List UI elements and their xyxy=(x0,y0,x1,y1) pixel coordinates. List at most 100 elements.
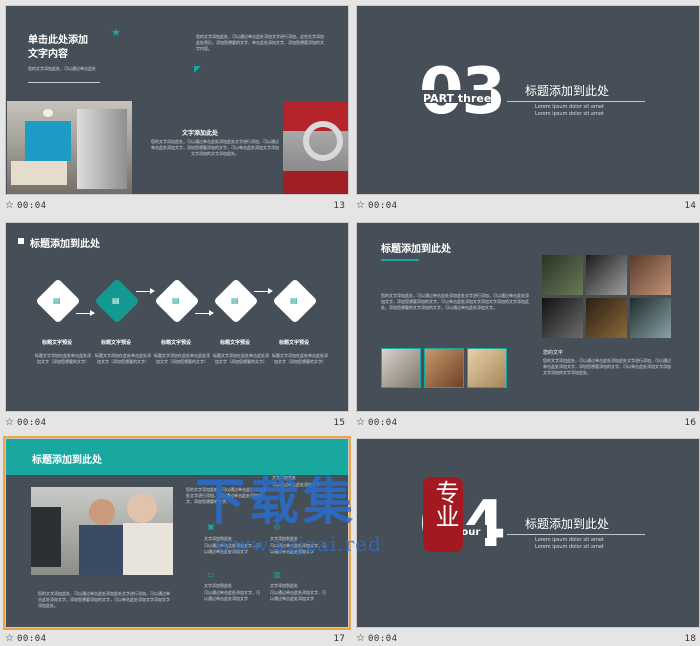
heading-line xyxy=(507,534,645,535)
title-underline xyxy=(381,259,419,261)
slide-thumb-13[interactable]: 单击此处添加 文字内容 您的文字添加此处，可以通过单击此处 ★ 您的文字添加此处… xyxy=(5,5,349,218)
chart-icon: ▤ xyxy=(290,296,298,305)
portrait-photo-3 xyxy=(467,348,507,388)
slide-title: 单击此处添加 文字内容 xyxy=(28,35,88,60)
slide-timing: 00:04 xyxy=(368,418,398,428)
step-label: 标题文字预设 xyxy=(42,340,73,346)
slide-number: 16 xyxy=(684,418,696,428)
photo-grid-3 xyxy=(630,255,671,295)
slide-number: 14 xyxy=(684,201,696,211)
slide-meta: ☆ 00:04 18 xyxy=(356,630,700,646)
arrow-icon xyxy=(76,310,95,316)
heading-line xyxy=(507,101,645,102)
part-label: PART three xyxy=(423,92,492,105)
caption-body: 您的文字添加此处，可以通过单击此处添加此处文字进行添加，可以通过单击此处添加文字… xyxy=(151,139,279,156)
item-title: 文字添加到此处 xyxy=(270,583,298,588)
slide-title: 标题添加到此处 xyxy=(381,244,451,255)
photo-grid-2 xyxy=(586,255,627,295)
slide-13[interactable]: 单击此处添加 文字内容 您的文字添加此处，可以通过单击此处 ★ 您的文字添加此处… xyxy=(5,5,349,195)
slide-right-text: 您的文字添加此处，可以通过单击此处添加文字进行添加，这些文字添加此处然后，添加您… xyxy=(196,34,324,51)
section-heading: 标题添加到此处 xyxy=(525,84,610,98)
arrow-icon xyxy=(195,310,214,316)
interior-photo xyxy=(7,101,132,194)
photo-grid-4 xyxy=(542,298,583,338)
office-photo xyxy=(31,487,173,575)
item-desc: 可以通过单击此处添加文字，可以通过单击此处添加文字 xyxy=(204,590,260,601)
chart-icon: ▤ xyxy=(112,296,120,305)
photo-grid-1 xyxy=(542,255,583,295)
slide-title: 标题添加到此处 xyxy=(30,239,100,250)
watermark-text: 下载集 xyxy=(195,473,357,531)
transition-icon: ☆ xyxy=(5,200,14,211)
lorem-1: Lorem ipsum dolor sit amet xyxy=(535,537,604,543)
bullet-square xyxy=(18,238,24,244)
caption-title: 文字添加此处 xyxy=(182,130,219,137)
chart-icon: ▤ xyxy=(172,296,180,305)
transition-icon: ☆ xyxy=(356,417,365,428)
item-desc: 可以通过单击此处添加文字，可以通过单击此处添加文字 xyxy=(270,590,326,601)
lorem-1: Lorem ipsum dolor sit amet xyxy=(535,104,604,110)
slide-14[interactable]: 03 PART three 标题添加到此处 Lorem ipsum dolor … xyxy=(356,5,700,195)
slide-meta: ☆ 00:04 16 xyxy=(356,414,700,434)
photo-grid-5 xyxy=(586,298,627,338)
folder-icon: ▭ xyxy=(207,569,215,579)
slide-title: 标题添加到此处 xyxy=(32,455,102,466)
slide-meta: ☆ 00:04 14 xyxy=(356,197,700,217)
footer-body: 您的文字添加此处，可以通过单击此处添加此处文字进行添加，可以通过单击此处添加文字… xyxy=(38,591,170,608)
slide-meta: ☆ 00:04 13 xyxy=(5,197,349,217)
step-label: 标题文字预设 xyxy=(161,340,192,346)
transition-icon: ☆ xyxy=(356,633,365,644)
step-label: 标题文字预设 xyxy=(101,340,132,346)
lorem-2: Lorem ipsum dolor sit amet xyxy=(535,544,604,550)
step-desc: 标题文字添加在此处单击此处添加文字（添加您想要的文字） xyxy=(213,353,269,364)
slide-subtitle: 您的文字添加此处，可以通过单击此处 xyxy=(28,66,96,71)
slide-number: 15 xyxy=(333,418,345,428)
transition-icon: ☆ xyxy=(5,417,14,428)
step-desc: 标题文字添加在此处单击此处添加文字（添加您想要的文字） xyxy=(35,353,91,364)
slide-meta: ☆ 00:04 17 xyxy=(5,630,349,646)
chart-icon: ▤ xyxy=(53,296,61,305)
star-icon: ★ xyxy=(111,26,121,39)
slide-timing: 00:04 xyxy=(368,634,398,644)
portrait-photo-1 xyxy=(381,348,421,388)
slide-thumb-18[interactable]: 04 four 标题添加到此处 Lorem ipsum dolor sit am… xyxy=(356,438,700,646)
slide-number: 18 xyxy=(684,634,696,644)
step-desc: 标题文字添加在此处单击此处添加文字（添加您想要的文字） xyxy=(272,353,328,364)
portrait-photo-2 xyxy=(424,348,464,388)
slide-thumb-14[interactable]: 03 PART three 标题添加到此处 Lorem ipsum dolor … xyxy=(356,5,700,218)
red-room-photo xyxy=(283,101,348,194)
chart-icon: ▤ xyxy=(231,296,239,305)
step-label: 标题文字预设 xyxy=(279,340,310,346)
slide-15[interactable]: 标题添加到此处 ▤ ▤ ▤ ▤ ▤ 标题文字预设 标题文字预设 标题文字预设 标… xyxy=(5,222,349,412)
photo-grid-6 xyxy=(630,298,671,338)
divider xyxy=(28,82,100,83)
slide-number: 17 xyxy=(333,634,345,644)
watermark-url: www.xzjzai.red xyxy=(215,532,382,556)
slide-body: 您的文字添加此处，可以通过单击此处添加此处文字进行添加，可以通过单击此处添加文字… xyxy=(381,293,529,310)
slide-18[interactable]: 04 four 标题添加到此处 Lorem ipsum dolor sit am… xyxy=(356,438,700,628)
slide-16[interactable]: 标题添加到此处 您的文字添加此处，可以通过单击此处添加此处文字进行添加，可以通过… xyxy=(356,222,700,412)
arrow-icon xyxy=(254,288,273,294)
slide-thumb-15[interactable]: 标题添加到此处 ▤ ▤ ▤ ▤ ▤ 标题文字预设 标题文字预设 标题文字预设 标… xyxy=(5,222,349,435)
step-label: 标题文字预设 xyxy=(220,340,251,346)
slide-meta: ☆ 00:04 15 xyxy=(5,414,349,434)
step-desc: 标题文字添加在此处单击此处添加文字（添加您想要的文字） xyxy=(95,353,151,364)
slide-timing: 00:04 xyxy=(17,201,47,211)
section-heading: 标题添加到此处 xyxy=(525,517,610,531)
watermark-seal-text: 专业 xyxy=(431,480,459,528)
slide-timing: 00:04 xyxy=(17,418,47,428)
caption-title: 您的文字 xyxy=(543,350,564,356)
slide-number: 13 xyxy=(333,201,345,211)
transition-icon: ☆ xyxy=(356,200,365,211)
step-desc: 标题文字添加在此处单击此处添加文字（添加您想要的文字） xyxy=(154,353,210,364)
arrow-icon xyxy=(136,288,155,294)
lorem-2: Lorem ipsum dolor sit amet xyxy=(535,111,604,117)
slide-thumb-16[interactable]: 标题添加到此处 您的文字添加此处，可以通过单击此处添加此处文字进行添加，可以通过… xyxy=(356,222,700,435)
item-title: 文字添加到此处 xyxy=(204,583,232,588)
triangle-icon xyxy=(194,66,201,73)
caption-body: 您的文字添加此处，可以通过单击此处添加此处文字进行添加，可以通过单击此处添加文字… xyxy=(543,358,671,375)
slide-timing: 00:04 xyxy=(368,201,398,211)
slide-timing: 00:04 xyxy=(17,634,47,644)
transition-icon: ☆ xyxy=(5,633,14,644)
chart-icon: ▥ xyxy=(273,569,281,579)
